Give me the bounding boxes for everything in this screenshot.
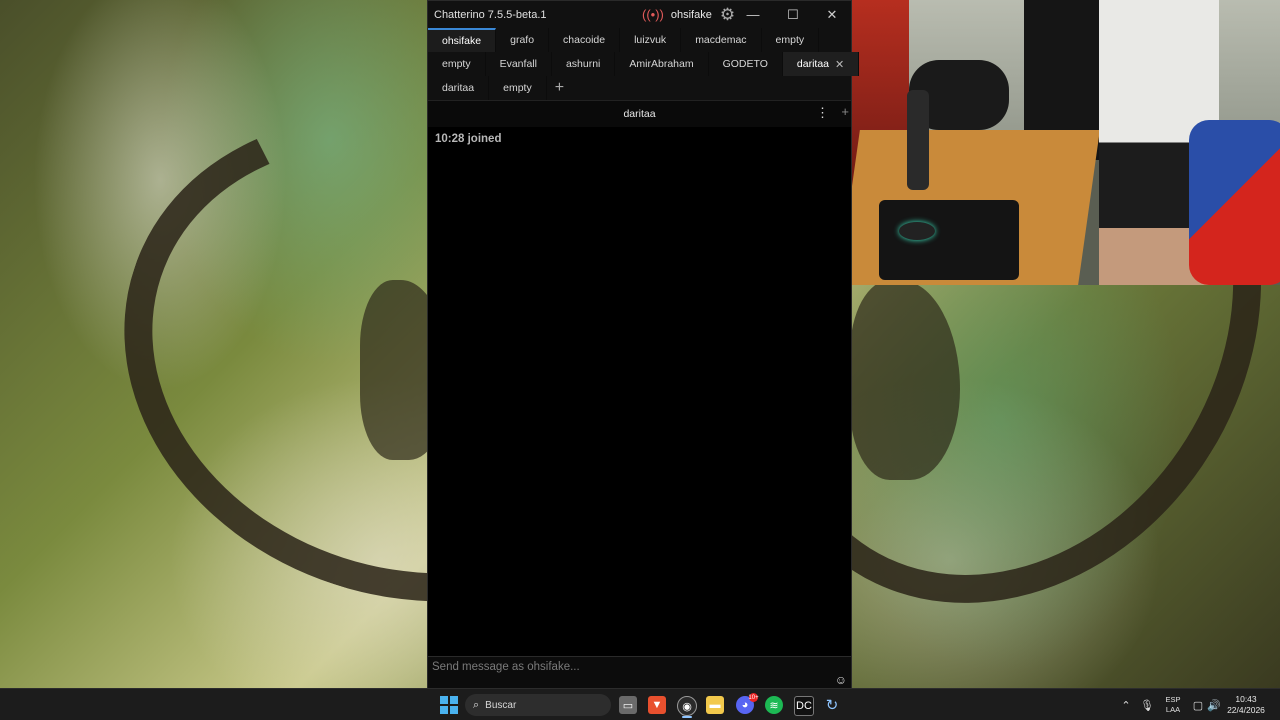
tab-daritaa[interactable]: daritaa [428, 76, 490, 100]
tab-godeto[interactable]: GODETO [709, 52, 783, 76]
refresh-app-icon[interactable]: ↻ [823, 696, 841, 714]
maximize-icon[interactable]: ☐ [774, 1, 812, 28]
tab-ohsifake[interactable]: ohsifake [428, 28, 497, 52]
spotify-icon[interactable]: ≋ [765, 696, 783, 714]
vertical-dots-icon[interactable]: ⋮ [816, 105, 829, 121]
active-app-indicator [682, 716, 692, 718]
message-input[interactable]: Send message as ohsifake... ☺ [428, 656, 851, 688]
dc-app-icon[interactable]: DC [794, 696, 814, 716]
tab-row: ohsifake grafo chacoide luizvuk macdemac… [428, 28, 851, 52]
clock-time: 10:43 [1235, 694, 1257, 704]
search-label: Buscar [485, 699, 517, 711]
network-icon[interactable]: ▢ [1190, 689, 1206, 720]
tab-grafo[interactable]: grafo [496, 28, 550, 52]
plus-icon[interactable]: + [841, 104, 849, 119]
tab-amirabraham[interactable]: AmirAbraham [615, 52, 709, 76]
taskbar-search[interactable]: ⌕ Buscar [465, 694, 611, 716]
tab-evanfall[interactable]: Evanfall [486, 52, 552, 76]
tab-empty[interactable]: empty [428, 52, 486, 76]
webcam-feed [849, 0, 1280, 285]
search-icon: ⌕ [473, 698, 480, 711]
system-clock[interactable]: 10:43 22/4/2026 [1226, 689, 1266, 720]
volume-icon[interactable]: 🔊 [1206, 689, 1222, 720]
tab-row: empty Evanfall ashurni AmirAbraham GODET… [428, 52, 860, 76]
tab-empty[interactable]: empty [762, 28, 820, 52]
brave-browser-icon[interactable]: ▼ [648, 696, 666, 714]
chatterino-icon[interactable]: ◉ [677, 696, 697, 716]
tab-chacoide[interactable]: chacoide [549, 28, 621, 52]
system-message: 10:28 joined [435, 133, 502, 145]
close-icon[interactable]: ✕ [813, 1, 851, 28]
tab-luizvuk[interactable]: luizvuk [620, 28, 682, 52]
language-indicator[interactable]: ESP LAA [1160, 689, 1186, 720]
tab-bar: ohsifake grafo chacoide luizvuk macdemac… [428, 28, 860, 100]
folder-icon[interactable]: ▬ [706, 696, 724, 714]
split-header[interactable]: daritaa ⋮ + [428, 100, 851, 127]
tab-macdemac[interactable]: macdemac [681, 28, 762, 52]
language-line1: ESP [1165, 695, 1181, 704]
chat-messages[interactable]: 10:28 joined [428, 127, 851, 657]
tab-close-icon[interactable]: ✕ [835, 58, 844, 71]
minimize-icon[interactable]: — [734, 1, 772, 28]
chevron-up-icon[interactable]: ⌃ [1118, 689, 1134, 720]
window-title: Chatterino 7.5.5-beta.1 [434, 8, 547, 21]
discord-badge: 10+ [748, 693, 759, 702]
add-tab-button[interactable]: + [547, 76, 572, 100]
tab-daritaa-active[interactable]: daritaa ✕ [782, 52, 860, 76]
file-explorer-icon[interactable]: ▭ [619, 696, 637, 714]
live-broadcast-icon[interactable]: ((•)) [642, 7, 664, 22]
title-bar[interactable]: Chatterino 7.5.5-beta.1 ((•)) ohsifake ⚙… [428, 1, 851, 28]
chatterino-window: Chatterino 7.5.5-beta.1 ((•)) ohsifake ⚙… [427, 0, 860, 688]
emoji-icon[interactable]: ☺ [835, 673, 847, 687]
message-input-placeholder: Send message as ohsifake... [432, 661, 580, 673]
clock-date: 22/4/2026 [1227, 705, 1265, 715]
gear-icon[interactable]: ⚙ [720, 5, 735, 25]
tab-ashurni[interactable]: ashurni [552, 52, 616, 76]
account-switcher[interactable]: ohsifake [671, 9, 712, 21]
tab-empty[interactable]: empty [489, 76, 547, 100]
microphone-icon[interactable]: 🎙 [1139, 689, 1155, 720]
tab-row: daritaa empty + [428, 76, 851, 100]
taskbar: ⌕ Buscar ▭ ▼ ◉ ▬ ◕ 10+ ≋ DC ↻ ⌃ 🎙 ESP LAA… [0, 688, 1280, 720]
channel-name: daritaa [623, 108, 656, 120]
discord-icon[interactable]: ◕ 10+ [736, 693, 759, 714]
tab-label: daritaa [796, 58, 830, 70]
language-line2: LAA [1165, 705, 1181, 714]
windows-start-icon[interactable] [440, 696, 458, 714]
